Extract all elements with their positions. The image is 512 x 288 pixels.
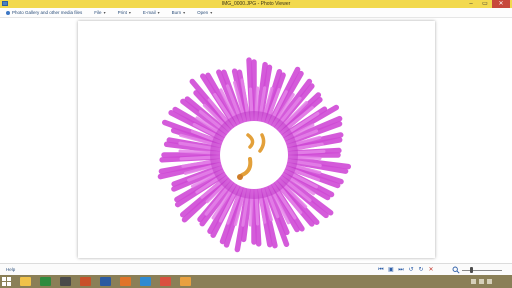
menu-open[interactable]: Open ▾ — [197, 10, 212, 15]
taskbar-photo-viewer-icon[interactable] — [180, 277, 191, 286]
taskbar-monitor-icon[interactable] — [100, 277, 111, 286]
menu-burn[interactable]: Burn ▾ — [172, 10, 186, 15]
menu-file[interactable]: File ▾ — [94, 10, 105, 15]
window-title: IMG_0000.JPG - Photo Viewer — [221, 1, 291, 7]
system-tray — [468, 277, 492, 286]
taskbar-firefox-icon[interactable] — [120, 277, 131, 286]
previous-button[interactable]: ⏮ — [377, 266, 385, 274]
minimize-button[interactable]: – — [464, 0, 478, 8]
menu-file-label: File — [94, 10, 102, 15]
taskbar-store-icon[interactable] — [60, 277, 71, 286]
next-button[interactable]: ⏭ — [397, 266, 405, 274]
magnifier-icon[interactable] — [452, 266, 460, 274]
back-icon — [6, 10, 10, 15]
menu-bar: Photo Gallery and other media files File… — [0, 8, 512, 18]
delete-button[interactable]: ✕ — [427, 266, 435, 274]
volume-icon[interactable] — [479, 279, 484, 284]
slideshow-button[interactable]: ▣ — [387, 266, 395, 274]
help-link[interactable]: Help — [6, 267, 15, 272]
maximize-button[interactable]: ▭ — [478, 0, 492, 8]
start-button[interactable] — [2, 277, 11, 286]
menu-print-label: Print — [117, 10, 127, 15]
flower-photo — [157, 57, 352, 253]
menu-burn-label: Burn — [171, 10, 182, 15]
flag-icon[interactable] — [487, 279, 492, 284]
photo-frame — [78, 21, 435, 258]
menu-gallery[interactable]: Photo Gallery and other media files — [6, 10, 82, 15]
window-controls: – ▭ ✕ — [464, 0, 510, 8]
menu-email-label: E-mail — [142, 10, 156, 15]
taskbar — [0, 275, 512, 288]
chevron-down-icon: ▾ — [183, 10, 186, 15]
image-viewport[interactable] — [0, 18, 512, 263]
chevron-down-icon: ▾ — [157, 10, 160, 15]
menu-open-label: Open — [197, 10, 209, 15]
taskbar-chrome-icon[interactable] — [160, 277, 171, 286]
rotate-right-button[interactable]: ↻ — [417, 266, 425, 274]
photo-viewer-app-icon[interactable] — [2, 1, 8, 6]
menu-email[interactable]: E-mail ▾ — [143, 10, 160, 15]
close-button[interactable]: ✕ — [492, 0, 510, 8]
flower-center — [220, 121, 288, 189]
taskbar-edge-icon[interactable] — [140, 277, 151, 286]
taskbar-powerpoint-icon[interactable] — [80, 277, 91, 286]
playback-controls: ⏮ ▣ ⏭ ↺ ↻ ✕ — [377, 266, 437, 274]
zoom-slider-track[interactable] — [462, 270, 502, 271]
chevron-down-icon: ▾ — [128, 10, 131, 15]
taskbar-excel-icon[interactable] — [40, 277, 51, 286]
zoom-slider-thumb[interactable] — [470, 267, 473, 273]
network-icon[interactable] — [471, 279, 476, 284]
chevron-down-icon: ▾ — [103, 10, 106, 15]
chevron-down-icon: ▾ — [210, 10, 213, 15]
taskbar-file-explorer-icon[interactable] — [20, 277, 31, 286]
menu-gallery-label: Photo Gallery and other media files — [12, 10, 83, 15]
menu-print[interactable]: Print ▾ — [118, 10, 131, 15]
rotate-left-button[interactable]: ↺ — [407, 266, 415, 274]
